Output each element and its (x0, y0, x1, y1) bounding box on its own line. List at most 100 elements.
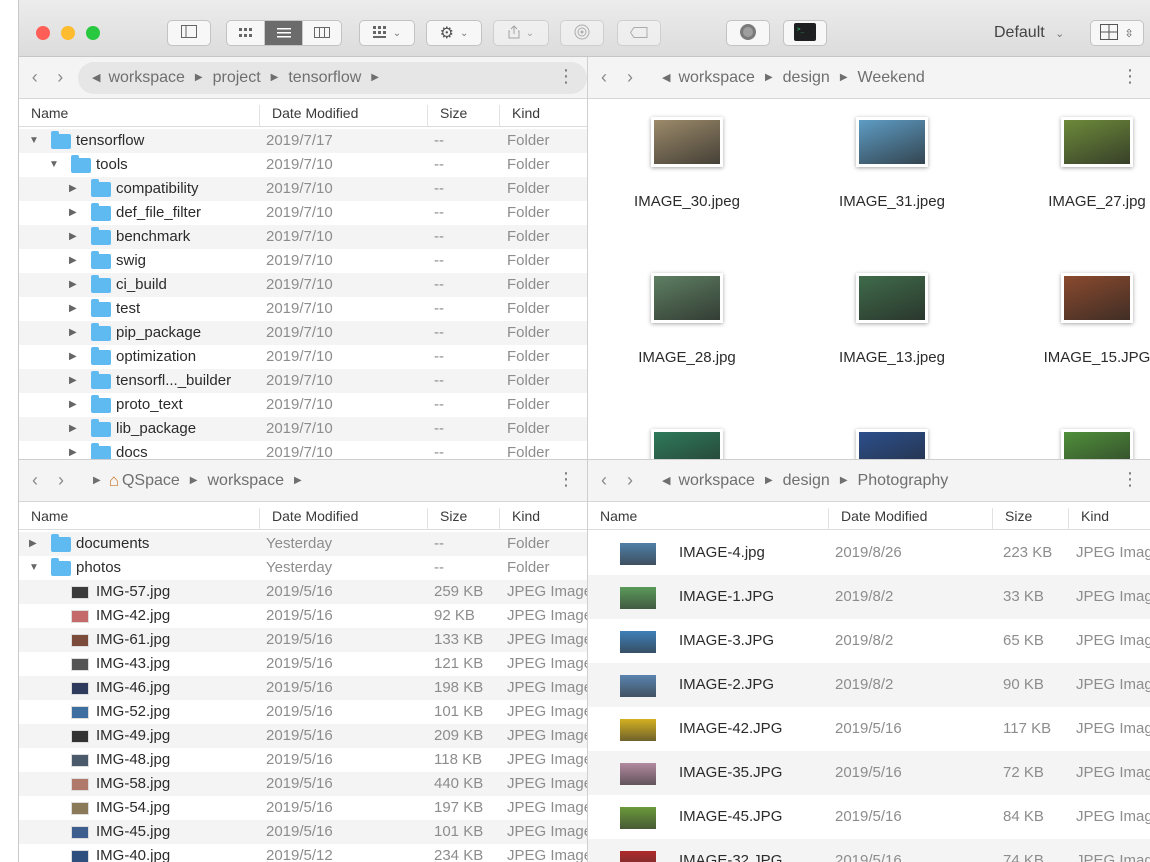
grid-item[interactable] (797, 429, 987, 459)
column-name[interactable]: Name (19, 105, 68, 127)
list-view-button[interactable] (265, 21, 303, 45)
column-kind[interactable]: Kind (499, 105, 540, 127)
list-item[interactable]: IMAGE-45.JPG 2019/5/16 84 KB JPEG Image (588, 795, 1150, 839)
grid-item[interactable] (1002, 429, 1150, 459)
grid-item[interactable]: IMAGE_27.jpg (1002, 117, 1150, 227)
more-options-icon[interactable]: ⋮ (557, 470, 575, 488)
list-item[interactable]: ▼ tools 2019/7/10 -- Folder (19, 153, 587, 177)
back-icon[interactable]: ‹ (25, 470, 45, 491)
list-item[interactable]: IMG-45.jpg 2019/5/16 101 KB JPEG Image (19, 820, 587, 844)
list-item[interactable]: ▶ optimization 2019/7/10 -- Folder (19, 345, 587, 369)
close-window-button[interactable] (36, 26, 50, 40)
list-item[interactable]: ▶ docs 2019/7/10 -- Folder (19, 441, 587, 459)
disclosure-closed-icon[interactable]: ▶ (69, 225, 77, 249)
back-arrow-icon[interactable]: ◀ (662, 71, 670, 84)
column-view-button[interactable] (303, 21, 341, 45)
list-item[interactable]: IMG-43.jpg 2019/5/16 121 KB JPEG Image (19, 652, 587, 676)
more-options-icon[interactable]: ⋮ (1121, 67, 1139, 85)
terminal-button[interactable]: >_ (783, 20, 827, 46)
list-item[interactable]: ▶ benchmark 2019/7/10 -- Folder (19, 225, 587, 249)
list-item[interactable]: IMG-58.jpg 2019/5/16 440 KB JPEG Image (19, 772, 587, 796)
breadcrumb-item[interactable]: Photography (858, 472, 949, 490)
breadcrumb-item[interactable]: project (213, 69, 261, 87)
list-item[interactable]: IMAGE-4.jpg 2019/8/26 223 KB JPEG Image (588, 531, 1150, 575)
list-item[interactable]: ▼ photos Yesterday -- Folder (19, 556, 587, 580)
more-options-icon[interactable]: ⋮ (557, 67, 575, 85)
column-kind[interactable]: Kind (1068, 508, 1109, 530)
more-options-icon[interactable]: ⋮ (1121, 470, 1139, 488)
breadcrumb-item[interactable]: workspace (108, 69, 184, 87)
breadcrumb-item[interactable]: workspace (678, 69, 754, 87)
disclosure-closed-icon[interactable]: ▶ (69, 249, 77, 273)
disclosure-closed-icon[interactable]: ▶ (69, 345, 77, 369)
disclosure-closed-icon[interactable]: ▶ (69, 273, 77, 297)
minimize-window-button[interactable] (61, 26, 75, 40)
list-item[interactable]: ▶ compatibility 2019/7/10 -- Folder (19, 177, 587, 201)
list-item[interactable]: IMG-42.jpg 2019/5/16 92 KB JPEG Image (19, 604, 587, 628)
back-icon[interactable]: ‹ (25, 67, 44, 88)
forward-icon[interactable]: › (50, 67, 69, 88)
icon-view-button[interactable] (227, 21, 265, 45)
network-button[interactable] (726, 20, 770, 46)
horizontal-divider[interactable] (19, 459, 1150, 460)
column-date-modified[interactable]: Date Modified (259, 105, 358, 127)
airdrop-button[interactable] (560, 20, 604, 46)
list-item[interactable]: IMAGE-42.JPG 2019/5/16 117 KB JPEG Image (588, 707, 1150, 751)
view-mode-segmented-control[interactable] (226, 20, 342, 46)
column-size[interactable]: Size (992, 508, 1032, 530)
breadcrumb-item[interactable]: workspace (678, 472, 754, 490)
list-item[interactable]: ▶ ci_build 2019/7/10 -- Folder (19, 273, 587, 297)
list-item[interactable]: IMAGE-32.JPG 2019/5/16 74 KB JPEG Image (588, 839, 1150, 862)
grid-item[interactable]: IMAGE_31.jpeg (797, 117, 987, 227)
list-item[interactable]: IMG-52.jpg 2019/5/16 101 KB JPEG Image (19, 700, 587, 724)
list-item[interactable]: IMG-40.jpg 2019/5/12 234 KB JPEG Image (19, 844, 587, 862)
action-menu-button[interactable]: ⚙ ⌄ (426, 20, 482, 46)
list-item[interactable]: ▶ test 2019/7/10 -- Folder (19, 297, 587, 321)
list-item[interactable]: ▶ pip_package 2019/7/10 -- Folder (19, 321, 587, 345)
list-item[interactable]: ▶ tensorfl..._builder 2019/7/10 -- Folder (19, 369, 587, 393)
tag-button[interactable] (617, 20, 661, 46)
column-size[interactable]: Size (427, 105, 467, 127)
forward-icon[interactable]: › (620, 67, 640, 88)
disclosure-closed-icon[interactable]: ▶ (69, 393, 77, 417)
disclosure-open-icon[interactable]: ▼ (29, 129, 39, 153)
breadcrumb-item[interactable]: QSpace (122, 472, 180, 490)
list-item[interactable]: IMAGE-1.JPG 2019/8/2 33 KB JPEG Image (588, 575, 1150, 619)
column-date-modified[interactable]: Date Modified (828, 508, 927, 530)
list-item[interactable]: IMG-61.jpg 2019/5/16 133 KB JPEG Image (19, 628, 587, 652)
list-item[interactable]: IMG-46.jpg 2019/5/16 198 KB JPEG Image (19, 676, 587, 700)
breadcrumb-item[interactable]: design (783, 69, 830, 87)
back-icon[interactable]: ‹ (594, 470, 614, 491)
column-name[interactable]: Name (19, 508, 68, 530)
column-date-modified[interactable]: Date Modified (259, 508, 358, 530)
grid-item[interactable]: IMAGE_15.JPG (1002, 273, 1150, 383)
list-item[interactable]: IMG-54.jpg 2019/5/16 197 KB JPEG Image (19, 796, 587, 820)
grid-item[interactable]: IMAGE_30.jpeg (592, 117, 782, 227)
back-arrow-icon[interactable]: ◀ (662, 474, 670, 487)
list-item[interactable]: ▶ swig 2019/7/10 -- Folder (19, 249, 587, 273)
column-name[interactable]: Name (588, 508, 637, 530)
grid-item[interactable]: IMAGE_13.jpeg (797, 273, 987, 383)
group-by-button[interactable]: ⌄ (359, 20, 415, 46)
breadcrumb-item[interactable]: design (783, 472, 830, 490)
disclosure-closed-icon[interactable]: ▶ (69, 177, 77, 201)
list-item[interactable]: IMAGE-2.JPG 2019/8/2 90 KB JPEG Image (588, 663, 1150, 707)
disclosure-closed-icon[interactable]: ▶ (69, 201, 77, 225)
share-button[interactable]: ⌄ (493, 20, 549, 46)
sidebar-toggle-button[interactable] (167, 20, 211, 46)
forward-icon[interactable]: › (620, 470, 640, 491)
layout-button[interactable]: ⇳ (1090, 20, 1144, 46)
back-arrow-icon[interactable]: ◀ (92, 71, 100, 84)
forward-icon[interactable]: › (51, 470, 71, 491)
list-item[interactable]: IMG-57.jpg 2019/5/16 259 KB JPEG Image (19, 580, 587, 604)
disclosure-closed-icon[interactable]: ▶ (69, 417, 77, 441)
list-item[interactable]: IMAGE-3.JPG 2019/8/2 65 KB JPEG Image (588, 619, 1150, 663)
list-item[interactable]: ▶ lib_package 2019/7/10 -- Folder (19, 417, 587, 441)
grid-item[interactable] (592, 429, 782, 459)
breadcrumb-item[interactable]: Weekend (858, 69, 925, 87)
disclosure-closed-icon[interactable]: ▶ (29, 532, 37, 556)
back-icon[interactable]: ‹ (594, 67, 614, 88)
breadcrumb-item[interactable]: tensorflow (288, 69, 361, 87)
disclosure-open-icon[interactable]: ▼ (29, 556, 39, 580)
grid-item[interactable]: IMAGE_28.jpg (592, 273, 782, 383)
